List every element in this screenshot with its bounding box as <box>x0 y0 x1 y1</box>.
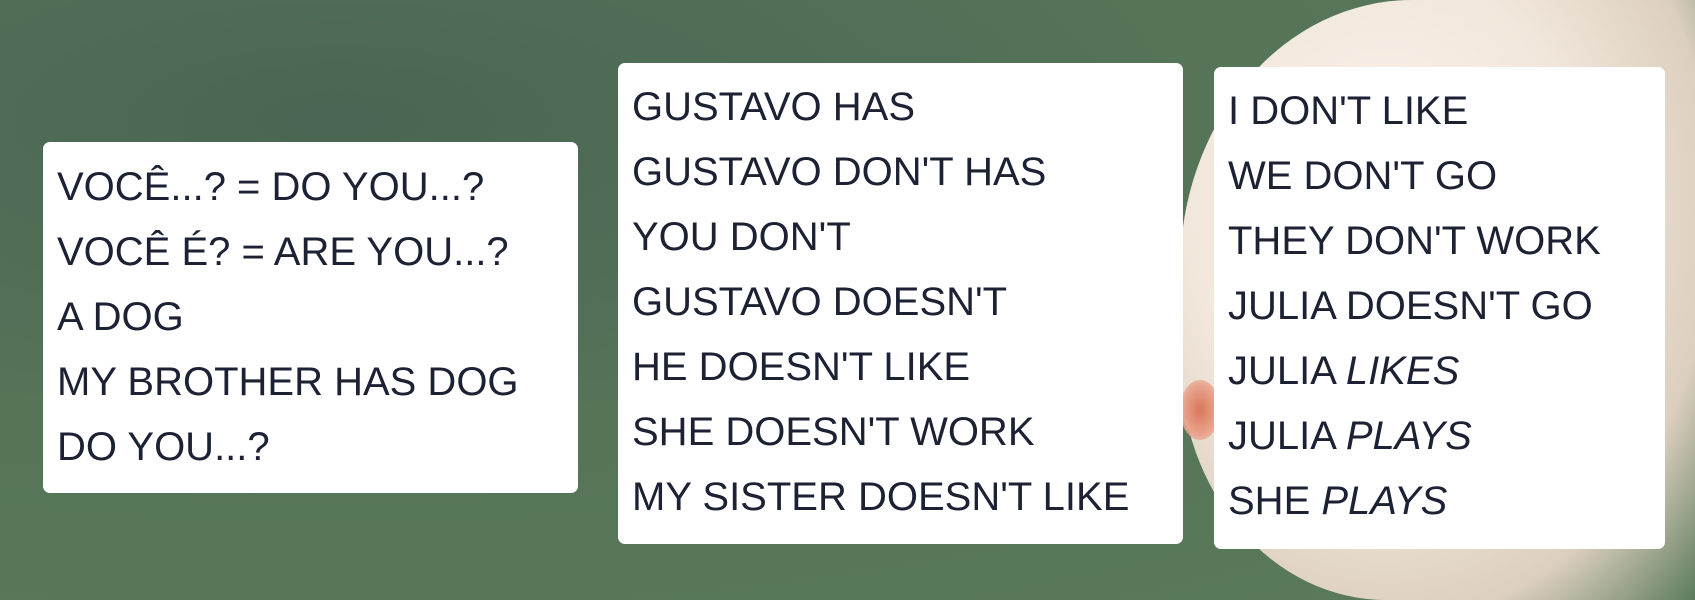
note-card-2: GUSTAVO HAS GUSTAVO DON'T HAS YOU DON'T … <box>618 63 1183 544</box>
note-text: THEY DON'T WORK <box>1228 219 1601 263</box>
note-line: I DON'T LIKE <box>1228 79 1651 144</box>
note-italic: PLAYS <box>1321 479 1448 523</box>
note-line: GUSTAVO HAS <box>632 85 916 129</box>
note-line: VOCÊ...? = DO YOU...? <box>57 165 485 209</box>
note-line: VOCÊ É? = ARE YOU...? <box>57 230 509 274</box>
note-card-3: I DON'T LIKE WE DON'T GO THEY DON'T WORK… <box>1214 67 1665 549</box>
note-text: JULIA DOESN'T GO <box>1228 284 1593 328</box>
note-line: A DOG <box>57 295 184 339</box>
note-text: JULIA <box>1228 414 1346 458</box>
note-line: MY BROTHER HAS DOG <box>57 360 519 404</box>
note-card-1: VOCÊ...? = DO YOU...? VOCÊ É? = ARE YOU.… <box>43 142 578 493</box>
note-text: SHE <box>1228 479 1322 523</box>
note-line: SHE PLAYS <box>1228 469 1651 534</box>
note-line: JULIA LIKES <box>1228 339 1651 404</box>
note-line: WE DON'T GO <box>1228 144 1651 209</box>
note-text: JULIA <box>1228 349 1346 393</box>
note-line: THEY DON'T WORK <box>1228 209 1651 274</box>
note-line: GUSTAVO DOESN'T <box>632 280 1008 324</box>
note-line: SHE DOESN'T WORK <box>632 410 1035 454</box>
note-text: WE DON'T GO <box>1228 154 1498 198</box>
note-line: DO YOU...? <box>57 425 270 469</box>
note-italic: LIKES <box>1345 349 1460 393</box>
note-line: HE DOESN'T LIKE <box>632 345 971 389</box>
note-line: JULIA DOESN'T GO <box>1228 274 1651 339</box>
note-line: YOU DON'T <box>632 215 851 259</box>
note-line: MY SISTER DOESN'T LIKE <box>632 475 1130 519</box>
note-text: I DON'T LIKE <box>1228 89 1469 133</box>
note-line: JULIA PLAYS <box>1228 404 1651 469</box>
note-line: GUSTAVO DON'T HAS <box>632 150 1047 194</box>
note-italic: PLAYS <box>1345 414 1472 458</box>
